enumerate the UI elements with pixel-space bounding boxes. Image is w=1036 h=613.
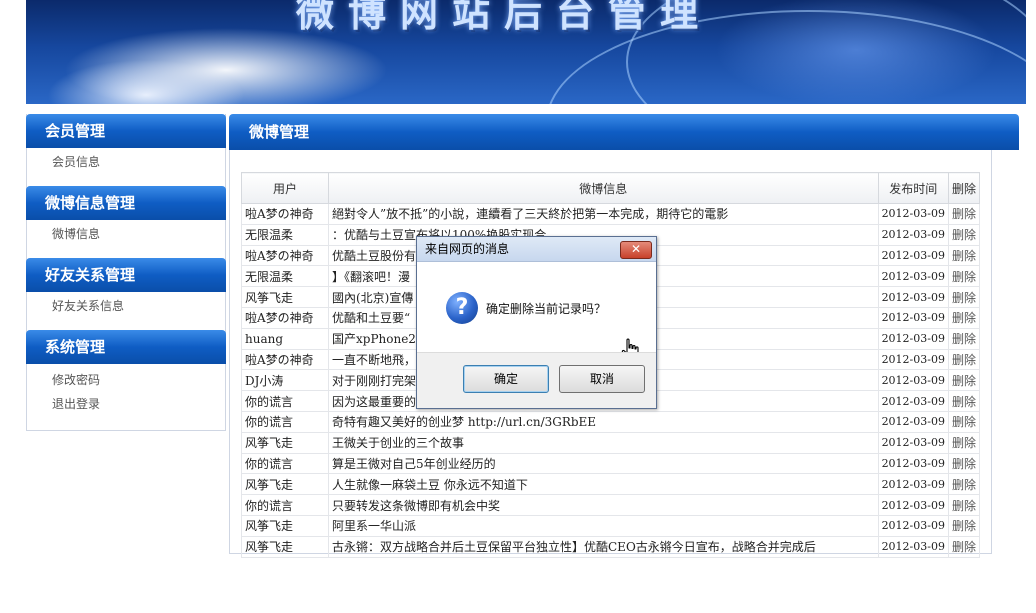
menu-group-system: 系统管理 修改密码 退出登录 (26, 330, 226, 416)
cell-time: 2012-03-09 (877, 390, 949, 412)
cell-time: 2012-03-09 (877, 244, 949, 267)
column-header-content: 微博信息 (328, 172, 879, 204)
dialog-body: ? 确定删除当前记录吗？ (417, 262, 656, 362)
delete-link[interactable]: 删除 (947, 203, 981, 225)
table-row: 风筝飞走 古永锵：双方战略合并后土豆保留平台独立性】优酷CEO古永锵今日宣布，战略… (241, 535, 981, 558)
table-row: 风筝飞走 阿里系一华山派 2012-03-09 删除 (241, 514, 981, 537)
cell-user: DJ小涛 (241, 369, 329, 392)
cell-user: 你的谎言 (241, 390, 329, 412)
menu-head-weibo[interactable]: 微博信息管理 (26, 186, 226, 220)
table-header-row: 用户 微博信息 发布时间 删除 (241, 172, 981, 204)
menu-group-weibo: 微博信息管理 微博信息 (26, 186, 226, 246)
dialog-close-button[interactable]: ✕ (620, 241, 652, 259)
sidebar-menu: 会员管理 会员信息 微博信息管理 微博信息 好友关系管理 好友关系信息 系统管理… (26, 114, 226, 431)
cell-content: 王微关于创业的三个故事 (328, 431, 879, 454)
delete-link[interactable]: 删除 (947, 223, 981, 246)
cell-time: 2012-03-09 (877, 306, 949, 329)
delete-link[interactable]: 删除 (947, 390, 981, 412)
cell-user: 风筝飞走 (241, 286, 329, 308)
cell-time: 2012-03-09 (877, 431, 949, 454)
table-row: 你的谎言 只要转发这条微博即有机会中奖 2012-03-09 删除 (241, 494, 981, 516)
delete-link[interactable]: 删除 (947, 494, 981, 516)
table-row: 啦A梦の神奇 絕對令人”放不抵”的小說，連續看了三天終於把第一本完成，期待它的電影… (241, 203, 981, 225)
cell-user: huang (241, 327, 329, 350)
page-title: 微博管理 (229, 114, 1019, 150)
cell-time: 2012-03-09 (877, 535, 949, 558)
cell-time: 2012-03-09 (877, 265, 949, 288)
sidebar-item-friend-info[interactable]: 好友关系信息 (27, 294, 225, 318)
sidebar-item-logout[interactable]: 退出登录 (27, 392, 225, 416)
cell-time: 2012-03-09 (877, 452, 949, 475)
header-banner: 微博网站后台管理 (26, 0, 1026, 104)
cell-content: 人生就像一麻袋土豆 你永远不知道下 (328, 473, 879, 496)
column-header-delete: 删除 (947, 172, 981, 204)
delete-link[interactable]: 删除 (947, 431, 981, 454)
cell-time: 2012-03-09 (877, 494, 949, 516)
cell-time: 2012-03-09 (877, 327, 949, 350)
cell-user: 啦A梦の神奇 (241, 244, 329, 267)
cell-time: 2012-03-09 (877, 203, 949, 225)
confirm-dialog: 来自网页的消息 ✕ ? 确定删除当前记录吗？ 确定 取消 (416, 236, 657, 409)
cell-content: 奇特有趣又美好的创业梦 http://url.cn/3GRbEE (328, 410, 879, 433)
cell-user: 你的谎言 (241, 410, 329, 433)
menu-head-friends[interactable]: 好友关系管理 (26, 258, 226, 292)
delete-link[interactable]: 删除 (947, 306, 981, 329)
cell-time: 2012-03-09 (877, 514, 949, 537)
cell-content: 絕對令人”放不抵”的小說，連續看了三天終於把第一本完成，期待它的電影 (328, 203, 879, 225)
cell-user: 啦A梦の神奇 (241, 203, 329, 225)
cell-content: 古永锵：双方战略合并后土豆保留平台独立性】优酷CEO古永锵今日宣布，战略合并完成… (328, 535, 879, 558)
menu-group-friends: 好友关系管理 好友关系信息 (26, 258, 226, 318)
delete-link[interactable]: 删除 (947, 535, 981, 558)
cell-user: 你的谎言 (241, 494, 329, 516)
cell-user: 无限温柔 (241, 223, 329, 246)
cell-user: 无限温柔 (241, 265, 329, 288)
table-row: 风筝飞走 人生就像一麻袋土豆 你永远不知道下 2012-03-09 删除 (241, 473, 981, 496)
sidebar-item-weibo-info[interactable]: 微博信息 (27, 222, 225, 246)
delete-link[interactable]: 删除 (947, 327, 981, 350)
cell-user: 风筝飞走 (241, 431, 329, 454)
cell-content: 阿里系一华山派 (328, 514, 879, 537)
menu-head-member[interactable]: 会员管理 (26, 114, 226, 148)
delete-link[interactable]: 删除 (947, 410, 981, 433)
delete-link[interactable]: 删除 (947, 348, 981, 371)
cell-content: 只要转发这条微博即有机会中奖 (328, 494, 879, 516)
dialog-message: 确定删除当前记录吗？ (486, 302, 607, 316)
confirm-cancel-button[interactable]: 取消 (559, 365, 645, 393)
delete-link[interactable]: 删除 (947, 473, 981, 496)
delete-link[interactable]: 删除 (947, 369, 981, 392)
sidebar-item-change-password[interactable]: 修改密码 (27, 368, 225, 392)
cell-time: 2012-03-09 (877, 223, 949, 246)
delete-link[interactable]: 删除 (947, 286, 981, 308)
cell-time: 2012-03-09 (877, 348, 949, 371)
cell-user: 啦A梦の神奇 (241, 348, 329, 371)
cell-time: 2012-03-09 (877, 369, 949, 392)
cell-time: 2012-03-09 (877, 410, 949, 433)
cell-time: 2012-03-09 (877, 286, 949, 308)
column-header-user: 用户 (241, 172, 329, 204)
sidebar-item-member-info[interactable]: 会员信息 (27, 150, 225, 174)
cell-user: 啦A梦の神奇 (241, 306, 329, 329)
dialog-footer: 确定 取消 (417, 352, 656, 408)
menu-head-system[interactable]: 系统管理 (26, 330, 226, 364)
cell-user: 风筝飞走 (241, 535, 329, 558)
banner-title: 微博网站后台管理 (296, 0, 713, 35)
confirm-ok-button[interactable]: 确定 (463, 365, 549, 393)
column-header-time: 发布时间 (877, 172, 949, 204)
delete-link[interactable]: 删除 (947, 514, 981, 537)
cell-user: 风筝飞走 (241, 473, 329, 496)
question-icon: ? (446, 292, 478, 324)
cell-content: 算是王微对自己5年创业经历的 (328, 452, 879, 475)
table-row: 风筝飞走 王微关于创业的三个故事 2012-03-09 删除 (241, 431, 981, 454)
cell-user: 风筝飞走 (241, 514, 329, 537)
cell-time: 2012-03-09 (877, 473, 949, 496)
table-row: 你的谎言 算是王微对自己5年创业经历的 2012-03-09 删除 (241, 452, 981, 475)
menu-group-member: 会员管理 会员信息 (26, 114, 226, 174)
table-row: 你的谎言 奇特有趣又美好的创业梦 http://url.cn/3GRbEE 2012… (241, 410, 981, 433)
delete-link[interactable]: 删除 (947, 452, 981, 475)
delete-link[interactable]: 删除 (947, 244, 981, 267)
delete-link[interactable]: 删除 (947, 265, 981, 288)
cell-user: 你的谎言 (241, 452, 329, 475)
